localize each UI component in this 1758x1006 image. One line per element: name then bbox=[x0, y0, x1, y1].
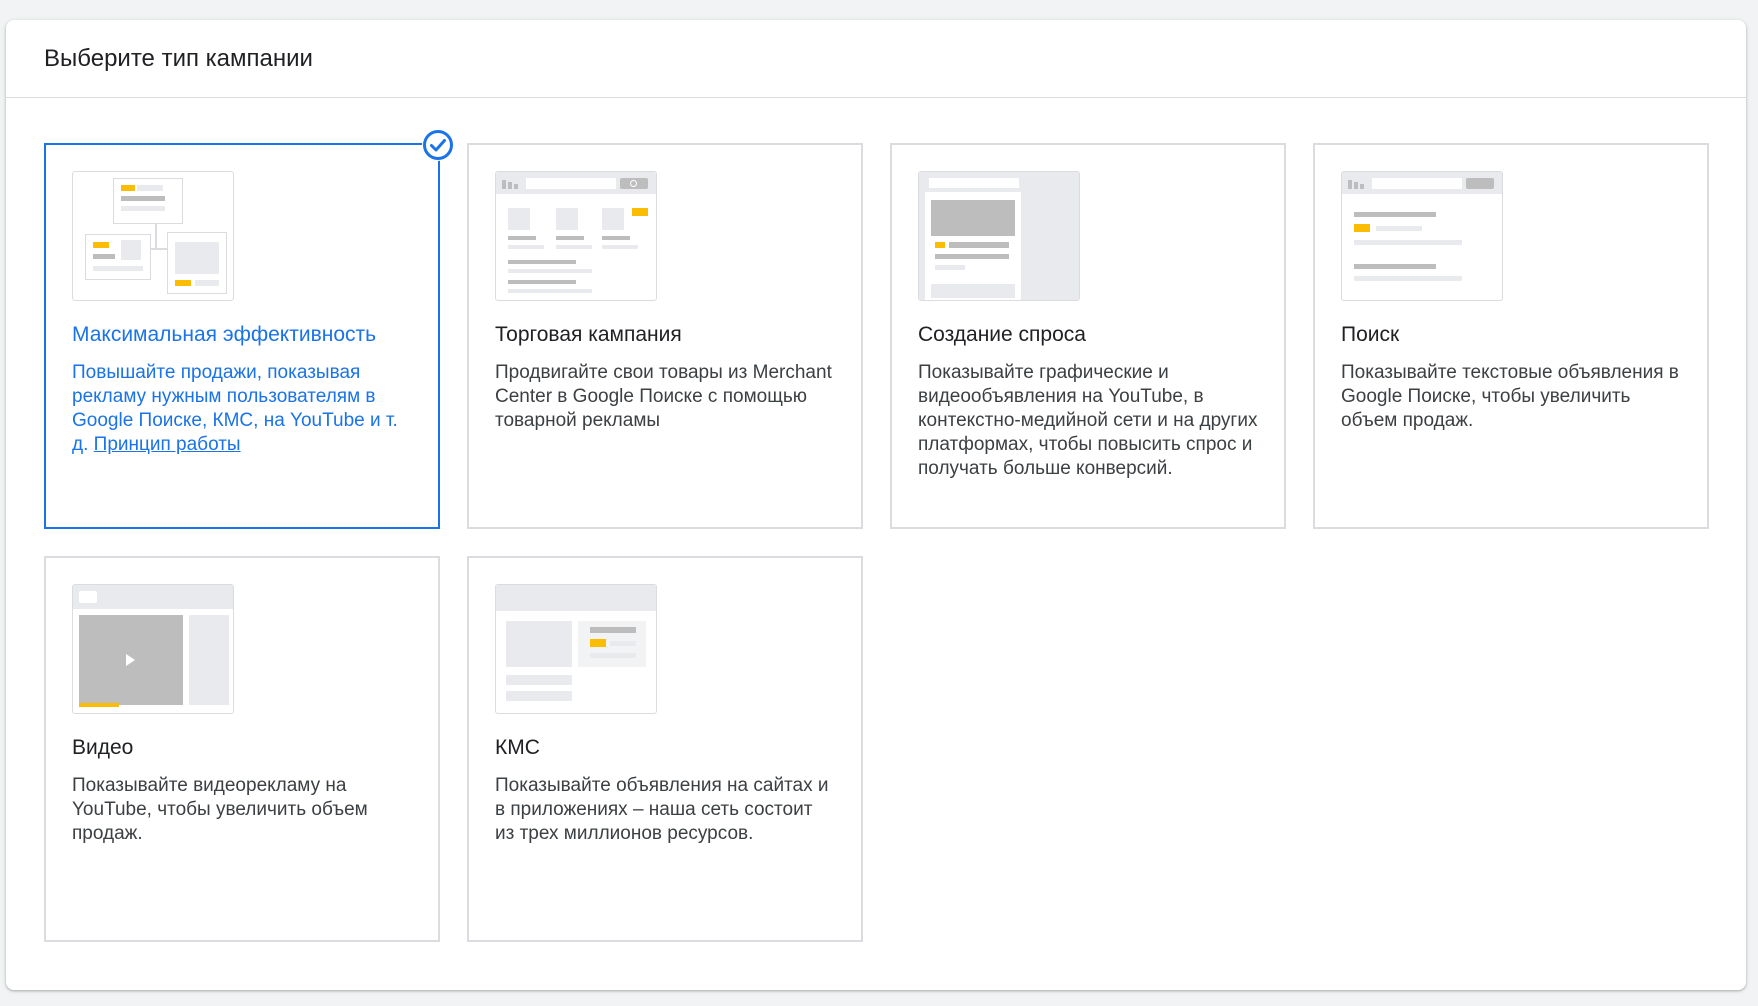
card-description: Показывайте объявления на сайтах и в при… bbox=[495, 775, 829, 844]
card-description: Показывайте видеорекламу на YouTube, что… bbox=[72, 775, 368, 844]
card-title: Максимальная эффективность bbox=[72, 323, 377, 346]
search-icon bbox=[630, 180, 637, 187]
search-illustration bbox=[1341, 171, 1503, 301]
campaign-card-search[interactable]: Поиск Показывайте текстовые объявления в… bbox=[1313, 143, 1709, 529]
shopping-illustration bbox=[495, 171, 657, 301]
card-title: КМС bbox=[495, 736, 540, 759]
card-description: Показывайте текстовые объявления в Googl… bbox=[1341, 362, 1679, 431]
card-description: Повышайте продажи, показывая рекламу нуж… bbox=[72, 361, 412, 457]
play-icon bbox=[126, 654, 135, 666]
check-circle-icon bbox=[422, 129, 454, 161]
how-it-works-link[interactable]: Принцип работы bbox=[94, 434, 241, 455]
page-title: Выберите тип кампании bbox=[44, 44, 313, 72]
campaign-card-display[interactable]: КМС Показывайте объявления на сайтах и в… bbox=[467, 556, 863, 942]
card-title: Создание спроса bbox=[918, 323, 1086, 346]
card-title: Видео bbox=[72, 736, 134, 759]
display-illustration bbox=[495, 584, 657, 714]
performance-max-illustration bbox=[72, 171, 234, 301]
demand-gen-illustration bbox=[918, 171, 1080, 301]
panel-header: Выберите тип кампании bbox=[6, 20, 1746, 98]
card-description: Продвигайте свои товары из Merchant Cent… bbox=[495, 362, 832, 431]
card-title: Поиск bbox=[1341, 323, 1400, 346]
campaign-card-shopping[interactable]: Торговая кампания Продвигайте свои товар… bbox=[467, 143, 863, 529]
card-title: Торговая кампания bbox=[495, 323, 682, 346]
video-illustration bbox=[72, 584, 234, 714]
card-description: Показывайте графические и видеообъявлени… bbox=[918, 362, 1258, 479]
campaign-card-demand-gen[interactable]: Создание спроса Показывайте графические … bbox=[890, 143, 1286, 529]
campaign-type-panel: Выберите тип кампании Максимальная эффек… bbox=[6, 20, 1746, 990]
campaign-card-performance-max[interactable]: Максимальная эффективность Повышайте про… bbox=[44, 129, 454, 529]
campaign-type-grid: Максимальная эффективность Повышайте про… bbox=[44, 129, 1709, 942]
campaign-card-video[interactable]: Видео Показывайте видеорекламу на YouTub… bbox=[44, 556, 440, 942]
